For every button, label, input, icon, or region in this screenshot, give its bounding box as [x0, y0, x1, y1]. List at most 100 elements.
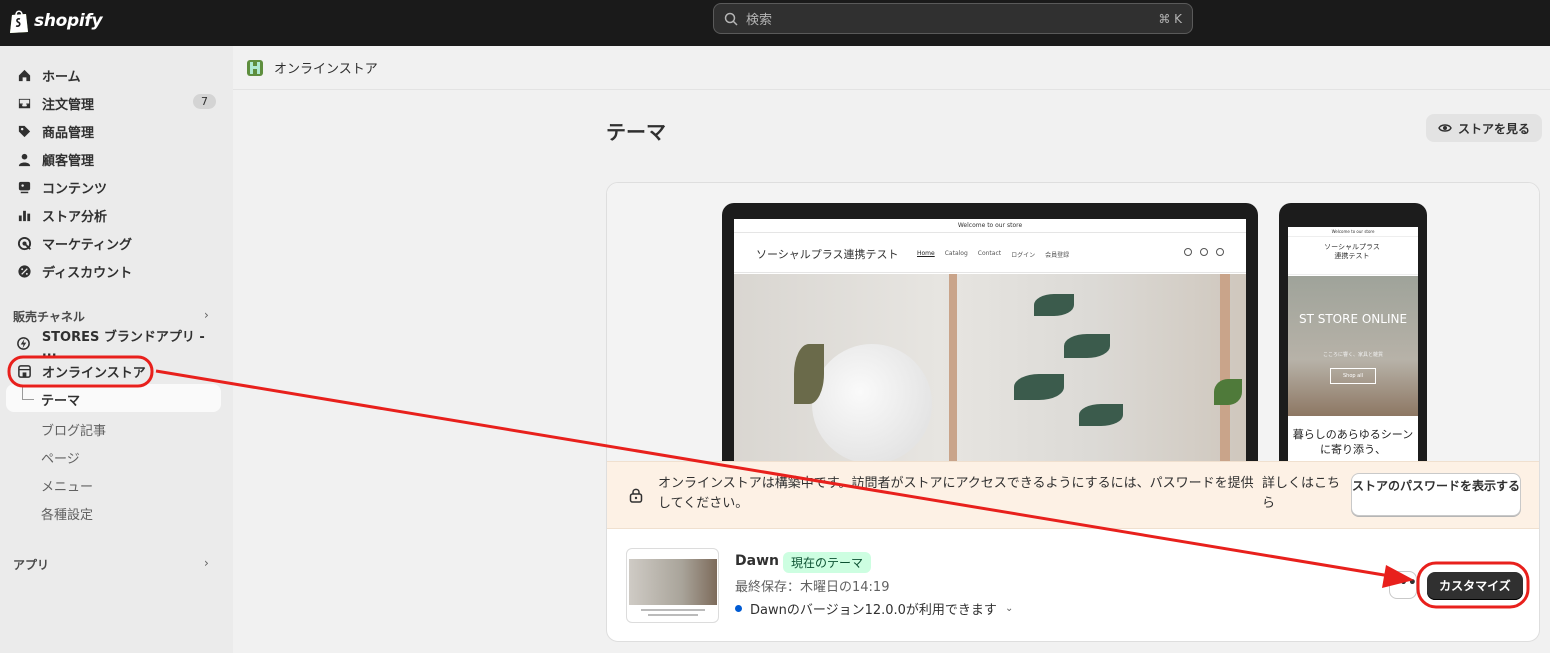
mobile-screen: Welcome to our store ソーシャルプラス連携テスト ST ST… [1288, 227, 1418, 473]
logo-text: shopify [34, 11, 103, 31]
theme-update-toggle[interactable]: Dawnのバージョン12.0.0が利用できます ⌄ [735, 599, 1013, 618]
announcement-bar: Welcome to our store [1288, 227, 1418, 237]
password-notice: オンラインストアは構築中です。訪問者がストアにアクセスできるようにするには、パス… [607, 461, 1539, 529]
breadcrumb: オンラインストア [274, 62, 378, 77]
sidebar-subitem-menus[interactable]: メニュー [41, 476, 93, 495]
view-store-label: ストアを見る [1458, 121, 1531, 136]
sidebar-item-label: ディスカウント [42, 265, 133, 281]
sidebar-item-label: オンラインストア [42, 365, 146, 381]
sales-channels-header[interactable]: 販売チャネル [13, 308, 85, 325]
content-icon [16, 179, 32, 195]
desktop-preview: Welcome to our store ソーシャルプラス連携テスト Home … [722, 203, 1258, 473]
eye-icon [1438, 124, 1452, 132]
search-placeholder: 検索 [746, 13, 773, 28]
home-icon [16, 67, 32, 83]
sidebar-item-discounts[interactable]: ディスカウント [10, 258, 222, 284]
sidebar-item-marketing[interactable]: マーケティング [10, 230, 222, 256]
chevron-right-icon[interactable]: › [204, 308, 209, 322]
thumbnail-line [641, 609, 705, 611]
store-menu-item: Home [917, 250, 935, 257]
sidebar-item-label: コンテンツ [42, 181, 108, 197]
store-menu-item: ログイン [1011, 252, 1036, 259]
page-header: オンラインストア [233, 46, 1550, 90]
thumbnail-line [648, 614, 698, 616]
leaf-shape [1034, 294, 1074, 316]
app-icon [16, 335, 32, 351]
sidebar-item-label: ストア分析 [42, 209, 108, 225]
wood-frame [1220, 274, 1230, 473]
inbox-icon [16, 95, 32, 111]
sidebar-item-orders[interactable]: 注文管理 7 [10, 90, 222, 116]
sidebar-item-stores-app[interactable]: STORES ブランドアプリ - ... [10, 330, 222, 360]
store-icon [16, 363, 32, 379]
sidebar-item-online-store[interactable]: オンラインストア [10, 358, 222, 384]
wood-frame [949, 274, 957, 473]
page-title: テーマ [606, 120, 666, 144]
info-dot-icon [735, 605, 742, 612]
announcement-bar: Welcome to our store [734, 219, 1246, 233]
current-theme-badge: 現在のテーマ [783, 552, 872, 573]
hero-title: ST STORE ONLINE [1298, 312, 1408, 326]
notice-text: オンラインストアは構築中です。訪問者がストアにアクセスできるようにするには、パス… [658, 476, 1254, 511]
leaf-shape [1014, 374, 1064, 400]
sidebar-item-label: 商品管理 [42, 125, 95, 141]
chevron-down-icon: ⌄ [1004, 603, 1014, 614]
sidebar-item-analytics[interactable]: ストア分析 [10, 202, 222, 228]
mobile-preview: Welcome to our store ソーシャルプラス連携テスト ST ST… [1279, 203, 1427, 473]
sidebar-item-label: マーケティング [42, 237, 132, 253]
store-menu: Home Catalog Contact ログイン 会員登録 [917, 250, 1069, 259]
learn-more-link[interactable]: 詳しくはこちら [1262, 474, 1342, 514]
sidebar-item-home[interactable]: ホーム [10, 62, 222, 88]
sidebar-item-content[interactable]: コンテンツ [10, 174, 222, 200]
sidebar-item-label: 注文管理 [42, 97, 95, 113]
shopify-logo[interactable]: shopify [8, 8, 103, 34]
online-store-app-icon [247, 59, 263, 76]
mobile-body-text: 暮らしのあらゆるシーンに寄り添う、 [1292, 428, 1414, 456]
search-icon [1184, 248, 1192, 256]
theme-thumbnail [626, 548, 719, 623]
hero-image [734, 274, 1246, 473]
sidebar-item-products[interactable]: 商品管理 [10, 118, 222, 144]
chevron-right-icon[interactable]: › [204, 556, 209, 570]
last-saved-text: 最終保存：木曜日の14:19 [735, 580, 890, 595]
lamp-shape [812, 344, 932, 464]
store-menu-item: 会員登録 [1045, 252, 1070, 259]
view-store-button[interactable]: ストアを見る [1426, 114, 1543, 142]
theme-card: Welcome to our store ソーシャルプラス連携テスト Home … [606, 182, 1540, 642]
sidebar-subitem-pages[interactable]: ページ [41, 448, 80, 467]
theme-preview[interactable]: Welcome to our store ソーシャルプラス連携テスト Home … [607, 183, 1539, 473]
shopify-bag-icon [10, 10, 28, 33]
sidebar: ホーム 注文管理 7 商品管理 顧客管理 コンテンツ ストア分析 マーケティング… [0, 46, 233, 653]
store-menu-item: Contact [977, 250, 1002, 257]
store-nav: ソーシャルプラス連携テスト [1288, 237, 1418, 275]
bar-chart-icon [16, 207, 32, 223]
target-icon [16, 235, 32, 251]
sidebar-subitem-themes[interactable]: テーマ [6, 384, 221, 412]
customize-button[interactable]: カスタマイズ [1427, 572, 1523, 600]
hero-image: ST STORE ONLINE こころに響く、家具と雑貨 Shop all [1288, 276, 1418, 416]
sidebar-item-label: STORES ブランドアプリ - ... [41, 330, 205, 360]
store-nav: ソーシャルプラス連携テスト Home Catalog Contact ログイン … [734, 233, 1246, 273]
discount-icon [16, 263, 32, 279]
cart-icon [1216, 248, 1224, 256]
tag-icon [16, 123, 32, 139]
search-icon [724, 12, 738, 26]
store-brand: ソーシャルプラス連携テスト [756, 248, 899, 261]
sub-item-connector [22, 386, 34, 400]
show-password-button[interactable]: ストアのパスワードを表示する [1351, 473, 1521, 516]
sidebar-subitem-settings[interactable]: 各種設定 [41, 504, 93, 523]
lock-icon [629, 488, 643, 503]
store-brand: ソーシャルプラス連携テスト [1324, 243, 1380, 260]
update-text: Dawnのバージョン12.0.0が利用できます [750, 603, 997, 618]
sidebar-item-customers[interactable]: 顧客管理 [10, 146, 222, 172]
apps-header[interactable]: アプリ [13, 556, 49, 573]
sidebar-item-label: ホーム [42, 69, 81, 85]
leaf-shape [1214, 379, 1242, 405]
search-bar[interactable]: 検索 ⌘ K [713, 3, 1193, 34]
sidebar-item-label: 顧客管理 [42, 153, 95, 169]
more-actions-button[interactable]: ••• [1389, 571, 1417, 599]
hero-subtitle: こころに響く、家具と雑貨 [1322, 352, 1383, 358]
sidebar-subitem-blog-posts[interactable]: ブログ記事 [41, 420, 106, 439]
search-shortcut: ⌘ K [1158, 11, 1182, 26]
store-menu-item: Catalog [944, 250, 968, 257]
